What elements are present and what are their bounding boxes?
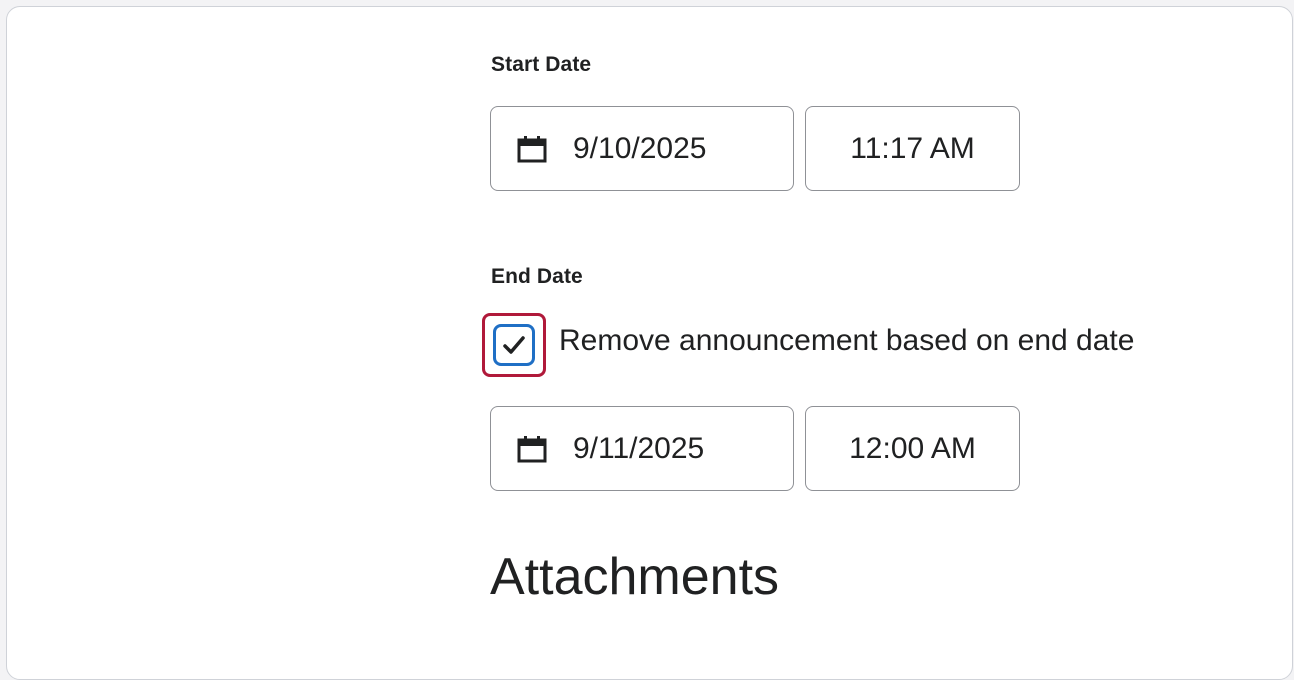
remove-announcement-label[interactable]: Remove announcement based on end date — [559, 324, 1134, 358]
end-date-input[interactable]: 9/11/2025 — [490, 406, 794, 491]
calendar-icon — [517, 135, 547, 162]
end-date-value: 9/11/2025 — [573, 431, 705, 465]
checkbox-box[interactable] — [493, 324, 535, 366]
start-date-label: Start Date — [491, 53, 592, 76]
announcement-dates-panel: Start Date 9/10/2025 11:17 AM End Date R… — [6, 6, 1293, 680]
start-date-input[interactable]: 9/10/2025 — [490, 106, 794, 191]
attachments-heading: Attachments — [490, 548, 780, 606]
checkmark-icon — [503, 336, 525, 354]
start-date-value: 9/10/2025 — [573, 131, 707, 165]
start-time-value: 11:17 AM — [850, 131, 975, 165]
remove-announcement-checkbox[interactable] — [482, 313, 546, 377]
start-time-input[interactable]: 11:17 AM — [805, 106, 1020, 191]
end-time-value: 12:00 AM — [849, 431, 976, 465]
calendar-icon — [517, 435, 547, 462]
end-time-input[interactable]: 12:00 AM — [805, 406, 1020, 491]
end-date-label: End Date — [491, 265, 583, 288]
